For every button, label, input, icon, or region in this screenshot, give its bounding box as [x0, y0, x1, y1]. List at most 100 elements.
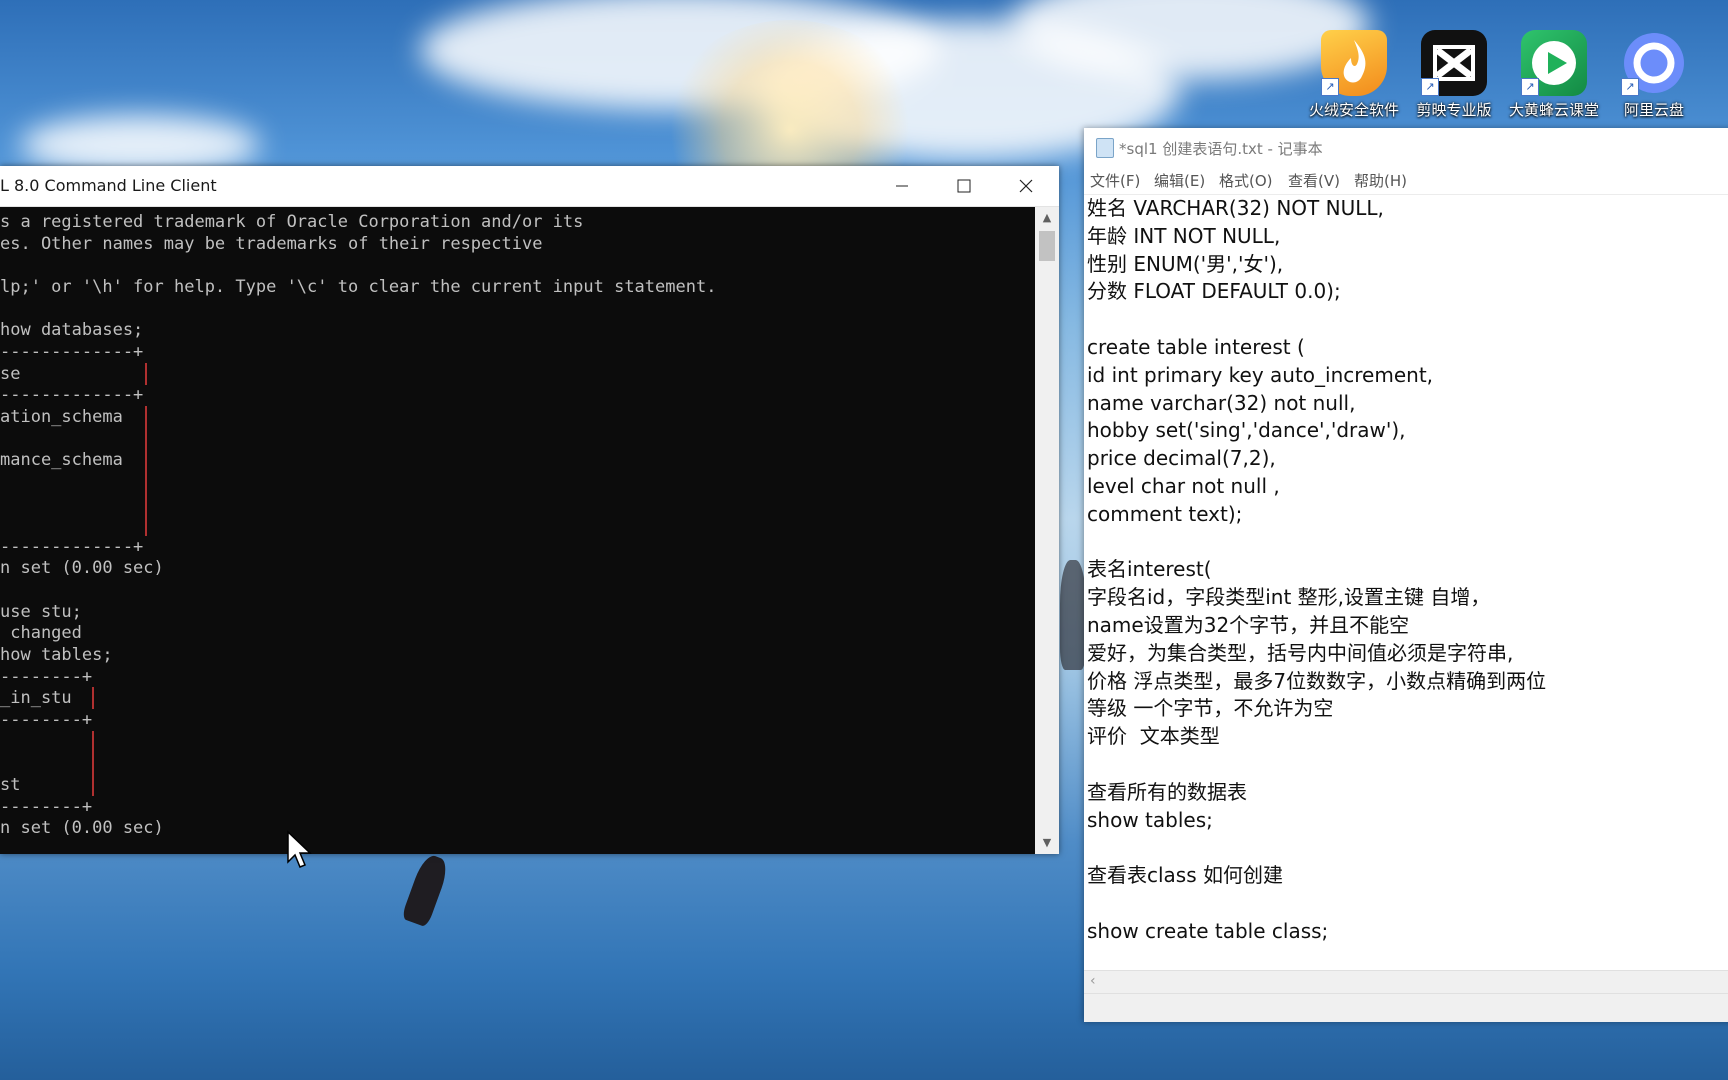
scroll-left-arrow-icon[interactable]: ‹	[1090, 973, 1096, 989]
console-title: L 8.0 Command Line Client	[0, 176, 217, 195]
console-line: s a registered trademark of Oracle Corpo…	[0, 212, 584, 232]
notepad-line: 年龄 INT NOT NULL,	[1087, 223, 1281, 248]
console-line: n set (0.00 sec)	[0, 558, 164, 579]
table-border	[145, 470, 147, 493]
console-vertical-scrollbar[interactable]: ▲ ▼	[1035, 207, 1059, 854]
desktop-icon-capcut[interactable]: ↗ 剪映专业版	[1406, 30, 1502, 120]
notepad-line: show create table class;	[1087, 918, 1329, 943]
notepad-line: create table interest (	[1087, 335, 1305, 359]
console-line: --------+	[0, 709, 93, 730]
notepad-line: 查看所有的数据表	[1087, 779, 1247, 804]
notepad-horizontal-scrollbar[interactable]: ‹	[1084, 970, 1728, 993]
table-border	[145, 449, 147, 472]
table-border	[92, 687, 94, 710]
notepad-line: 爱好，为集合类型，括号内中间值必须是字符串,	[1087, 640, 1514, 665]
console-line: mance_schema	[0, 450, 134, 471]
minimize-button[interactable]	[872, 166, 932, 206]
notepad-line: 价格 浮点类型，最多7位数数字，小数点精确到两位	[1087, 668, 1547, 693]
desktop-icon-label: 大黄蜂云课堂	[1508, 101, 1599, 119]
table-border	[92, 730, 94, 753]
huorong-flame-icon: ↗	[1321, 30, 1387, 96]
console-line: n set (0.00 sec)	[0, 818, 164, 839]
notepad-window[interactable]: *sql1 创建表语句.txt - 记事本 文件(F) 编辑(E) 格式(O) …	[1084, 128, 1728, 1022]
person-silhouette	[1060, 560, 1086, 670]
maximize-icon	[957, 179, 971, 193]
notepad-statusbar	[1084, 993, 1728, 1022]
minimize-icon	[896, 185, 908, 187]
shortcut-arrow-icon: ↗	[1621, 78, 1639, 96]
notepad-title: *sql1 创建表语句.txt - 记事本	[1119, 140, 1323, 158]
desktop-icon-aliyun[interactable]: ↗ 阿里云盘	[1606, 30, 1702, 120]
console-line: use stu;	[0, 601, 82, 622]
notepad-line: name varchar(32) not null,	[1087, 390, 1356, 415]
console-line: _in_stu	[0, 688, 82, 709]
table-border	[145, 427, 147, 450]
scrollbar-thumb[interactable]	[1039, 231, 1055, 261]
notepad-line: price decimal(7,2),	[1087, 446, 1276, 471]
console-output[interactable]: s a registered trademark of Oracle Corpo…	[0, 207, 1035, 854]
shortcut-arrow-icon: ↗	[1521, 78, 1539, 96]
notepad-text-area[interactable]: 姓名 VARCHAR(32) NOT NULL, 年龄 INT NOT NULL,…	[1084, 194, 1728, 970]
desktop-icon-label: 剪映专业版	[1416, 101, 1492, 119]
menu-help[interactable]: 帮助(H)	[1354, 170, 1407, 191]
notepad-line: 表名interest(	[1087, 557, 1212, 582]
notepad-line: hobby set('sing','dance','draw'),	[1087, 418, 1406, 443]
console-line: lp;' or '\h' for help. Type '\c' to clea…	[0, 276, 717, 297]
table-border	[145, 362, 147, 385]
close-icon	[1019, 179, 1033, 193]
menu-edit[interactable]: 编辑(E)	[1154, 170, 1205, 191]
notepad-line: 查看表class 如何创建	[1087, 863, 1284, 888]
mysql-console-window[interactable]: L 8.0 Command Line Client s a registered…	[0, 166, 1059, 854]
desktop-icon-label: 火绒安全软件	[1308, 101, 1399, 119]
menu-format[interactable]: 格式(O)	[1219, 170, 1273, 191]
close-button[interactable]	[996, 166, 1056, 206]
console-line: es. Other names may be trademarks of the…	[0, 233, 543, 254]
notepad-line: 姓名 VARCHAR(32) NOT NULL,	[1087, 196, 1384, 220]
console-line: -------------+	[0, 341, 144, 362]
console-line: --------+	[0, 666, 93, 687]
console-titlebar[interactable]: L 8.0 Command Line Client	[0, 166, 1059, 207]
notepad-line: 等级 一个字节，不允许为空	[1087, 696, 1334, 721]
console-line: -------------+	[0, 536, 144, 557]
menu-file[interactable]: 文件(F)	[1090, 170, 1140, 191]
console-line: st	[0, 774, 82, 795]
desktop-icon-label: 阿里云盘	[1623, 101, 1684, 119]
notepad-icon	[1096, 138, 1114, 158]
notepad-line: 评价 文本类型	[1087, 724, 1220, 749]
scroll-down-arrow-icon[interactable]: ▼	[1035, 832, 1059, 854]
shortcut-arrow-icon: ↗	[1421, 78, 1439, 96]
maximize-button[interactable]	[934, 166, 994, 206]
notepad-menubar: 文件(F) 编辑(E) 格式(O) 查看(V) 帮助(H)	[1084, 166, 1728, 195]
notepad-line: comment text);	[1087, 501, 1243, 526]
notepad-line: show tables;	[1087, 807, 1213, 832]
notepad-titlebar[interactable]: *sql1 创建表语句.txt - 记事本	[1084, 128, 1728, 166]
mouse-pointer-icon	[287, 830, 312, 868]
notepad-line: name设置为32个字节，并且不能空	[1087, 613, 1410, 637]
notepad-line: 分数 FLOAT DEFAULT 0.0);	[1087, 279, 1341, 304]
console-line: ation_schema	[0, 406, 134, 427]
capcut-icon: ↗	[1421, 30, 1487, 96]
scroll-up-arrow-icon[interactable]: ▲	[1035, 207, 1059, 229]
table-border	[145, 492, 147, 515]
table-border	[145, 514, 147, 537]
notepad-line: 性别 ENUM('男','女'),	[1087, 251, 1284, 276]
console-line: how databases;	[0, 320, 144, 341]
bumblebee-classroom-icon: ↗	[1521, 30, 1587, 96]
table-border	[92, 773, 94, 796]
notepad-line: id int primary key auto_increment,	[1087, 362, 1434, 387]
notepad-line: 字段名id，字段类型int 整形,设置主键 自增，	[1087, 585, 1491, 610]
aliyun-drive-icon: ↗	[1621, 30, 1687, 96]
table-border	[145, 405, 147, 428]
console-line: --------+	[0, 796, 93, 817]
console-line: how tables;	[0, 645, 113, 665]
desktop-icon-bumblebee[interactable]: ↗ 大黄蜂云课堂	[1506, 30, 1602, 120]
console-line: changed	[0, 623, 82, 644]
person-reflection	[400, 852, 452, 928]
menu-view[interactable]: 查看(V)	[1288, 170, 1340, 191]
notepad-line: level char not null ,	[1087, 474, 1280, 498]
console-line: se	[0, 363, 134, 384]
shortcut-arrow-icon: ↗	[1321, 78, 1339, 96]
console-line: -------------+	[0, 385, 144, 406]
desktop-icon-huorong[interactable]: ↗ 火绒安全软件	[1306, 30, 1402, 120]
table-border	[92, 752, 94, 775]
